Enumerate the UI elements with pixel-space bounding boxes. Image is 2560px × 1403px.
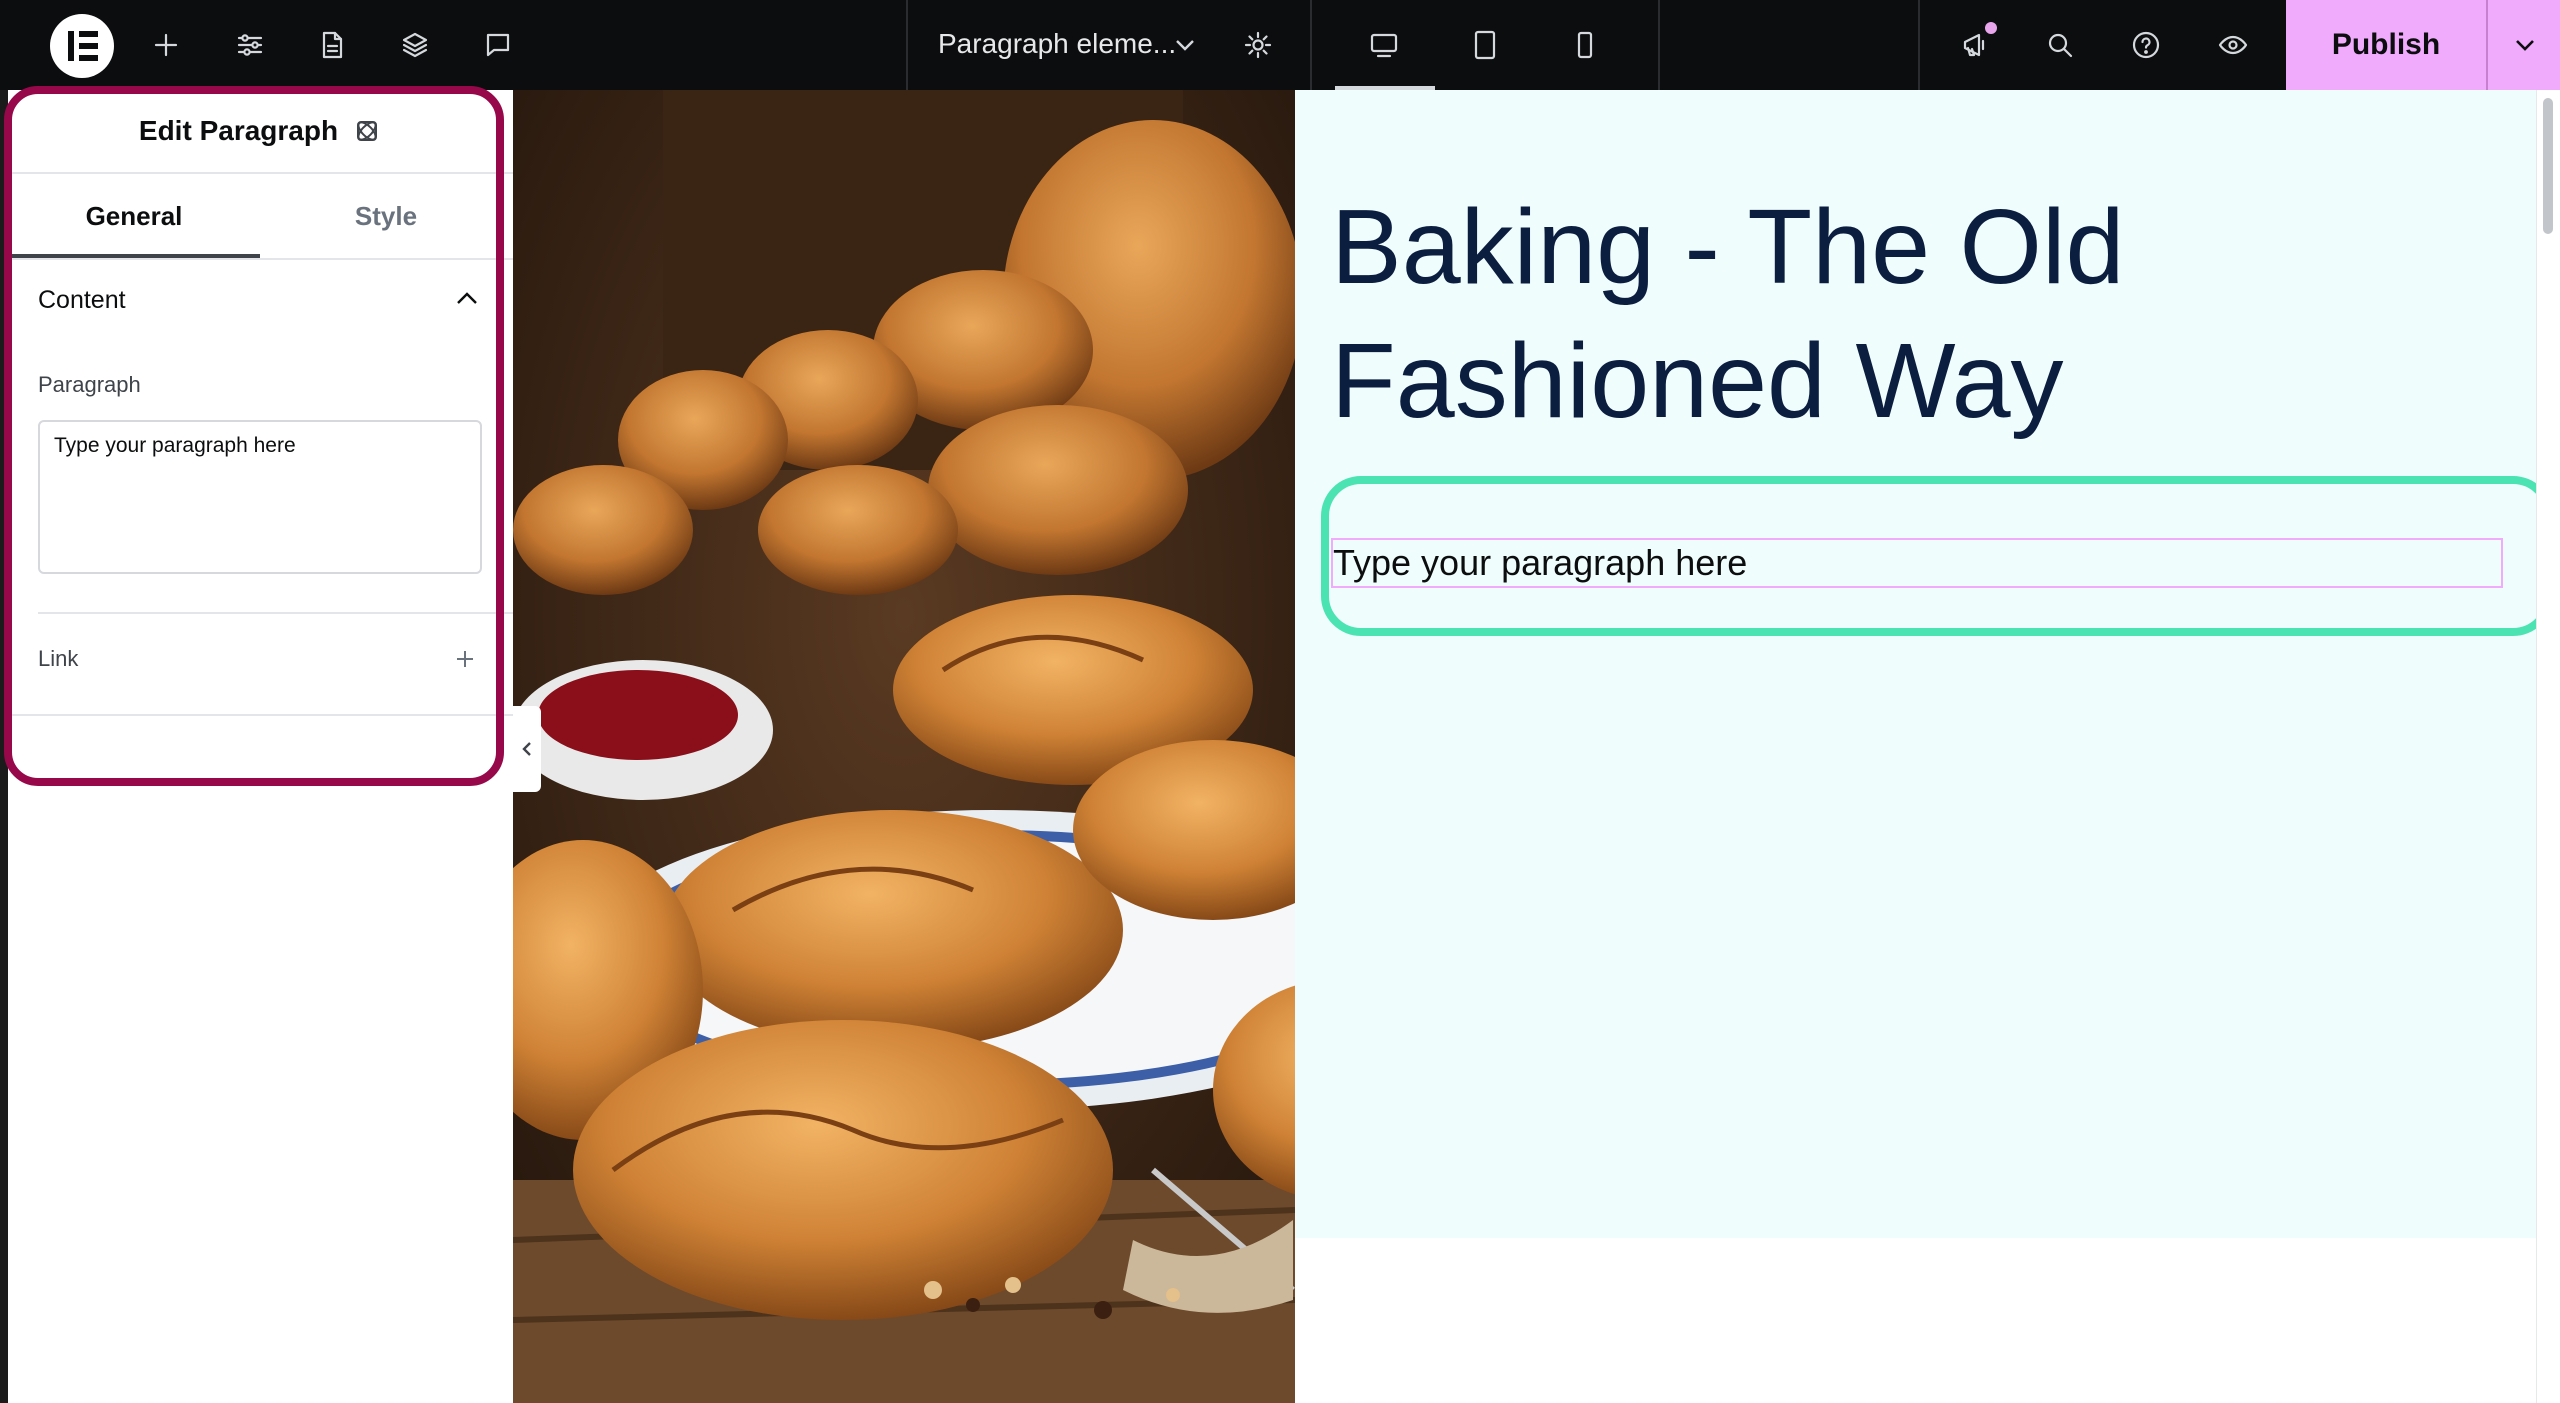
search-icon [2048,33,2073,58]
layers-icon [402,32,428,58]
comments-icon [486,33,510,57]
page-icon [322,31,343,59]
page-settings-gear-button[interactable] [1228,15,1288,75]
panel-header: Edit Paragraph [8,90,513,174]
panel-title: Edit Paragraph [138,115,339,146]
croissant-photo[interactable] [513,90,1295,1403]
canvas-scrollbar[interactable] [2536,90,2560,1403]
toolbar-divider [906,0,908,90]
publish-options-button[interactable] [2486,0,2560,90]
chevron-down-icon [2516,40,2534,51]
atomic-element-icon [352,116,382,146]
hero-section: Baking - The Old Fashioned Way Type your… [1295,90,2553,1238]
toolbar-divider [1918,0,1920,90]
page-settings-button[interactable] [302,15,362,75]
search-button[interactable] [2030,15,2090,75]
preview-button[interactable] [2203,15,2263,75]
chevron-up-icon [450,282,484,321]
tablet-view-button[interactable] [1455,15,1515,75]
add-icon [154,33,178,57]
comments-button[interactable] [468,15,528,75]
scrollbar-thumb[interactable] [2543,98,2553,234]
collapse-panel-handle[interactable] [513,706,541,792]
add-element-button[interactable] [136,15,196,75]
link-control[interactable]: Link [8,614,513,704]
page-title[interactable]: Paragraph eleme... [938,28,1176,60]
help-icon [2132,31,2160,59]
elementor-logo-icon[interactable] [50,14,114,78]
toolbar-divider [1658,0,1660,90]
content-section-label: Content [38,286,126,314]
edit-panel: Edit Paragraph General Style Content Par… [8,90,513,1403]
site-settings-icon [237,34,263,56]
page-title-dropdown[interactable] [1170,30,1200,65]
link-label: Link [38,646,79,671]
toolbar-divider [1310,0,1312,90]
tab-style[interactable]: Style [260,174,512,258]
desktop-icon [1370,33,1398,58]
paragraph-field-label: Paragraph [38,372,141,397]
add-link-icon[interactable] [448,642,482,681]
structure-layers-button[interactable] [385,15,445,75]
help-button[interactable] [2116,15,2176,75]
content-section-header[interactable]: Content [8,260,513,340]
site-settings-button[interactable] [220,15,280,75]
mobile-icon [1577,31,1593,59]
chevron-left-icon [522,742,531,756]
pastry-illustration [513,90,1295,1403]
tablet-icon [1474,30,1496,60]
desktop-view-button[interactable] [1354,15,1414,75]
preview-eye-icon [2218,35,2248,55]
notification-dot [1985,22,1997,34]
active-tab-indicator [8,254,260,258]
panel-tabs: General Style [8,174,513,260]
chevron-down-icon [1176,40,1194,51]
top-bar: Paragraph eleme... Publish [0,0,2560,90]
section-divider [8,714,513,716]
editor-canvas: Baking - The Old Fashioned Way Type your… [513,90,2553,1403]
page-heading[interactable]: Baking - The Old Fashioned Way [1331,180,2481,448]
paragraph-text[interactable]: Type your paragraph here [1333,542,1747,584]
settings-gear-icon [1244,31,1272,59]
paragraph-textarea[interactable]: Type your paragraph here [38,420,482,574]
mobile-view-button[interactable] [1555,15,1615,75]
tab-general[interactable]: General [8,174,260,258]
publish-button[interactable]: Publish [2286,0,2486,90]
